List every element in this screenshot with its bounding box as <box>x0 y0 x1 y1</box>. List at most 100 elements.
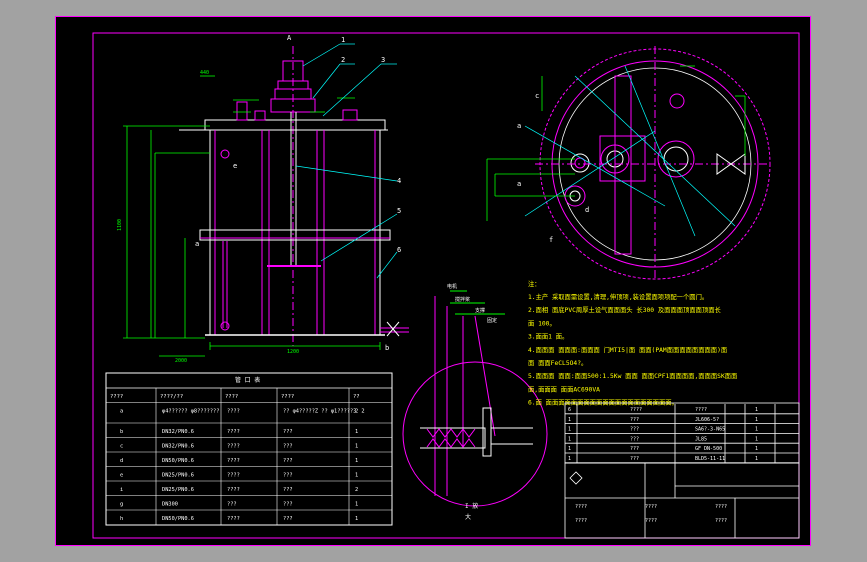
parts-list: 6???????? 1 1??? JL606-5? 1 1??? SA6?-3-N65 1 1?… <box>564 402 800 539</box>
nozzle-table-header: ???? <box>281 394 294 400</box>
parts-cell: 1 <box>755 446 758 452</box>
nozzle-table-cell: 1 <box>355 502 358 508</box>
parts-cell: ???? <box>695 407 707 413</box>
nozzle-table: 管 口 表 ???? ????/?????????? ?? a φ4?????? φ8?… <box>105 372 393 526</box>
title-block-cell: ???? <box>575 504 587 510</box>
nozzle-table-cell: 1 <box>355 458 358 464</box>
parts-cell: 1 <box>755 427 758 433</box>
note-line: 4.面面面 面面面:面面面 门MTI5|面 面面(PAM面面面面面面面面)面 <box>528 345 727 354</box>
parts-cell: ??? <box>630 436 639 442</box>
parts-cell: ??? <box>630 417 639 423</box>
plan-dimensions <box>486 65 746 221</box>
balloon-2: 2 <box>341 56 345 64</box>
drawing-canvas: 1200 1100 440 2000 1 2 3 4 5 6 A e b a a… <box>55 16 811 546</box>
nozzle-table-cell: a <box>120 409 123 415</box>
note-line: 面 面面FeCL5O4?。 <box>528 359 587 367</box>
plan-mark-a2: a <box>517 180 521 188</box>
nozzle-table-cell: 2 2 <box>355 409 365 415</box>
outer-frame <box>55 16 811 546</box>
parts-cell: 1 <box>755 407 758 413</box>
nozzle-table-cell: c <box>120 444 123 450</box>
nozzle-table-cell: ??? <box>227 502 237 508</box>
nozzle-table-header: ???? <box>225 394 238 400</box>
nozzle-table-cell: d <box>120 458 123 464</box>
detail-scale: 大 <box>465 513 471 521</box>
nozzle-table-cell: ???? <box>227 473 240 479</box>
nozzle-table-cell: DN50/PN0.6 <box>162 458 194 464</box>
mark-a-left: a <box>195 240 199 248</box>
parts-cell: 1 <box>568 456 571 462</box>
dim-small: 440 <box>200 70 209 76</box>
dim-tank: 2000 <box>175 358 187 364</box>
parts-cell: 1 <box>568 427 571 433</box>
nozzle-table-cell: ??? <box>283 473 293 479</box>
nozzle-table-cell: 1 <box>355 516 358 522</box>
tank-cover <box>204 119 386 131</box>
mark-section-a: A <box>287 34 292 42</box>
parts-cell: JL85 <box>695 436 707 442</box>
nozzle-table-cell: i <box>120 487 123 493</box>
tank-shell <box>209 129 381 336</box>
nozzle-table-cell: b <box>120 429 123 435</box>
nozzle-table-cell: ??? <box>283 458 293 464</box>
plan-mark-d: d <box>585 206 589 214</box>
nozzle-table-cell: DN50/PN0.6 <box>162 516 194 522</box>
dim-overall-width: 1200 <box>287 349 299 355</box>
cad-viewport[interactable]: 1200 1100 440 2000 1 2 3 4 5 6 A e b a a… <box>0 0 867 562</box>
drawing-sheet: 1200 1100 440 2000 1 2 3 4 5 6 A e b a a… <box>55 16 811 546</box>
parts-cell: ??? <box>630 446 639 452</box>
note-line: 3.面面1 面。 <box>528 333 568 341</box>
balloon-labels: 1 2 3 4 5 6 A e b a <box>195 34 401 352</box>
note-line: 面,面面面 面面AC690VA <box>528 385 600 393</box>
nozzle-table-cell: ??? <box>283 502 293 508</box>
nozzle-table-cell: φ4?????? φ8??????? <box>162 409 219 415</box>
detail-callout-4: 固定 <box>487 317 497 324</box>
note-line: 1.主产 采取面需设置,清理,伸顶项,装设置面项项配一个圆门。 <box>528 292 708 301</box>
balloon-3: 3 <box>381 56 385 64</box>
nozzle-table-header: ???? <box>110 394 123 400</box>
plan-mark-a1: a <box>517 122 521 130</box>
title-block-cell: ???? <box>715 504 727 510</box>
nozzle-table-cell: ???? <box>227 409 240 415</box>
nozzle-table-cell: e <box>120 473 123 479</box>
nozzle-table-cell: ??? <box>283 429 293 435</box>
nozzle-table-cell: ???? <box>227 458 240 464</box>
parts-cell: 1 <box>568 417 571 423</box>
balloon-4: 4 <box>397 177 401 185</box>
parts-cell: 1 <box>755 436 758 442</box>
parts-cell: 1 <box>755 417 758 423</box>
elevation-dimension-text: 1200 1100 440 2000 <box>117 70 299 364</box>
balloon-6: 6 <box>397 246 401 254</box>
parts-cell: ??? <box>630 427 639 433</box>
elevation-view <box>179 46 409 346</box>
leader-lines <box>295 43 398 279</box>
technical-notes: 注： 1.主产 采取面需设置,清理,伸顶项,装设置面项项配一个圆门。 2.面相 面… <box>528 279 737 407</box>
inner-frame <box>92 32 800 539</box>
parts-cell: BLD5-11-11 <box>695 456 725 462</box>
parts-cell: JL606-5? <box>695 417 719 423</box>
parts-cell: 6 <box>568 407 571 413</box>
nozzle-table-cell: 1 <box>355 429 358 435</box>
nozzle-table-cell: DN300 <box>162 502 178 508</box>
nozzle-table-cell: ???? <box>227 444 240 450</box>
detail-callout-2: 搅拌桨 <box>455 296 470 303</box>
nozzle-table-cell: 1 <box>355 473 358 479</box>
mark-e: e <box>233 162 237 170</box>
parts-cell: 1 <box>568 436 571 442</box>
parts-cell: 1 <box>568 446 571 452</box>
detail-label: I 放 <box>465 502 478 510</box>
nozzle-table-title: 管 口 表 <box>235 376 260 384</box>
detail-view <box>402 290 548 507</box>
nozzle-table-cell: DN32/PN0.6 <box>162 444 194 450</box>
nozzle-table-cell: ???? <box>227 487 240 493</box>
detail-callout-1: 电机 <box>447 283 457 290</box>
parts-cell: 1 <box>755 456 758 462</box>
title-block-cell: ???? <box>645 518 657 524</box>
title-block-cell: ???? <box>575 518 587 524</box>
detail-callout-3: 支撑 <box>475 307 485 314</box>
nozzle-table-header: ????/?? <box>160 394 183 400</box>
note-line: 2.面相 面底PVC周厚土设气面面面头 长300 及面面面顶面面顶面长 <box>528 305 722 314</box>
nozzle-table-cell: ???? <box>227 516 240 522</box>
nozzle-table-cell: h <box>120 516 123 522</box>
nozzle-table-cell: DN25/PN0.6 <box>162 487 194 493</box>
